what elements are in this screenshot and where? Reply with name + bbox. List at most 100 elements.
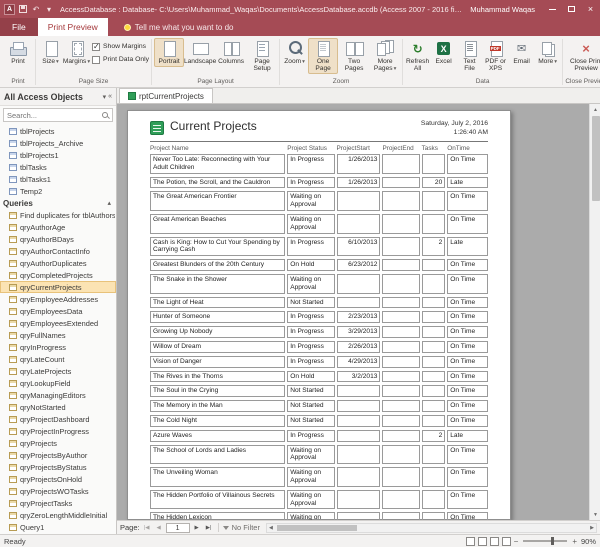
sidebar-item-query[interactable]: qryEmployeesData [0, 305, 116, 317]
sidebar-item-table[interactable]: tblProjects [0, 125, 116, 137]
sidebar-item-query[interactable]: qryManagingEditors [0, 389, 116, 401]
zoom-percentage[interactable]: 90% [580, 537, 596, 546]
tell-me-box[interactable]: Tell me what you want to do [124, 18, 234, 36]
size-button[interactable]: Size [38, 38, 63, 68]
email-button[interactable]: Email [509, 38, 534, 67]
sidebar-item-query[interactable]: qryInProgress [0, 341, 116, 353]
more-pages-button[interactable]: More Pages [370, 38, 400, 75]
first-page-button[interactable]: |◀ [142, 522, 152, 534]
search-input[interactable] [7, 111, 102, 120]
current-page-input[interactable]: 1 [166, 523, 190, 533]
zoom-button[interactable]: Zoom [282, 38, 307, 68]
scroll-right-icon[interactable]: ▶ [588, 524, 596, 532]
sidebar-item-table[interactable]: tblProjects1 [0, 149, 116, 161]
save-icon[interactable] [18, 4, 28, 15]
sidebar-item-table[interactable]: tblTasks1 [0, 173, 116, 185]
qat-dropdown-icon[interactable]: ▾ [44, 4, 54, 15]
tab-rptCurrentProjects[interactable]: rptCurrentProjects [119, 88, 213, 103]
portrait-button[interactable]: Portrait [154, 38, 184, 67]
sidebar-item-query[interactable]: qryLateCount [0, 353, 116, 365]
sidebar-item-query[interactable]: qryCurrentProjects [0, 281, 116, 293]
vertical-scrollbar[interactable]: ▲ ▼ [589, 104, 600, 520]
report-view-icon[interactable] [466, 537, 475, 546]
zoom-slider[interactable] [523, 540, 567, 542]
sidebar-item-query[interactable]: qryEmployeesExtended [0, 317, 116, 329]
sidebar-item-query[interactable]: qryLookupField [0, 377, 116, 389]
zoom-slider-thumb[interactable] [551, 537, 554, 545]
sidebar-item-table[interactable]: Temp2 [0, 185, 116, 197]
one-page-button[interactable]: One Page [308, 38, 338, 74]
sidebar-item-query[interactable]: Query1 [0, 521, 116, 533]
margins-button[interactable]: Margins [64, 38, 89, 68]
close-print-preview-button[interactable]: Close Print Preview [565, 38, 600, 74]
horizontal-scrollbar[interactable]: ◀ ▶ [266, 523, 597, 533]
sidebar-item-table[interactable]: tblTasks [0, 161, 116, 173]
print-preview-area[interactable]: Current Projects Saturday, July 2, 2016 … [117, 104, 600, 520]
report-time: 1:26:40 AM [454, 129, 488, 136]
two-pages-button[interactable]: Two Pages [339, 38, 369, 74]
refresh-all-button[interactable]: Refresh All [405, 38, 430, 74]
columns-button[interactable]: Columns [216, 38, 246, 67]
zoom-in-icon[interactable]: + [572, 537, 577, 546]
sidebar-item-query[interactable]: qryLateProjects [0, 365, 116, 377]
sidebar-item-query[interactable]: qryProjectsWOTasks [0, 485, 116, 497]
text-file-export-button[interactable]: Text File [457, 38, 482, 74]
scroll-down-icon[interactable]: ▼ [590, 509, 600, 520]
next-page-button[interactable]: ▶ [192, 522, 202, 534]
minimize-button[interactable] [543, 0, 562, 18]
vertical-scroll-thumb[interactable] [592, 116, 600, 201]
scroll-left-icon[interactable]: ◀ [267, 524, 275, 532]
sidebar-item-query[interactable]: qryProjectTasks [0, 497, 116, 509]
sidebar-item-table[interactable]: tblProjects_Archive [0, 137, 116, 149]
query-icon [9, 500, 17, 507]
report-page[interactable]: Current Projects Saturday, July 2, 2016 … [127, 110, 511, 520]
collapse-group-icon[interactable]: ▴ [107, 199, 111, 207]
sidebar-item-query[interactable]: qryAuthorDuplicates [0, 257, 116, 269]
nav-pane-dropdown-icon[interactable]: ▾ [103, 93, 107, 101]
tab-print-preview[interactable]: Print Preview [38, 18, 108, 36]
signed-in-user[interactable]: Muhammad Waqas [470, 5, 535, 14]
sidebar-item-query[interactable]: qryProjectsByAuthor [0, 449, 116, 461]
undo-icon[interactable]: ↶ [31, 4, 41, 15]
horizontal-scroll-thumb[interactable] [277, 525, 357, 531]
filter-indicator[interactable]: No Filter [223, 523, 260, 532]
nav-pane-shutter-icon[interactable]: « [108, 93, 112, 100]
sidebar-item-query[interactable]: qryNotStarted [0, 401, 116, 413]
zoom-out-icon[interactable]: − [514, 537, 519, 546]
more-export-button[interactable]: More [535, 38, 560, 68]
pdf-xps-export-button[interactable]: PDF or XPS [483, 38, 508, 74]
sidebar-item-query[interactable]: qryProjectInProgress [0, 425, 116, 437]
sidebar-item-query[interactable]: qryProjectsOnHold [0, 473, 116, 485]
close-button[interactable]: × [581, 0, 600, 18]
query-name: qryLookupField [20, 379, 71, 388]
sidebar-item-query[interactable]: qryAuthorContactInfo [0, 245, 116, 257]
last-page-button[interactable]: ▶| [204, 522, 214, 534]
sidebar-item-query[interactable]: qryProjectDashboard [0, 413, 116, 425]
nav-search-box[interactable] [3, 108, 113, 122]
scroll-up-icon[interactable]: ▲ [590, 104, 600, 115]
queries-group-header[interactable]: Queries ▴ [0, 197, 116, 209]
maximize-button[interactable] [562, 0, 581, 18]
print-preview-view-icon[interactable] [478, 537, 487, 546]
sidebar-item-query[interactable]: qryEmployeeAddresses [0, 293, 116, 305]
sidebar-item-query[interactable]: qryZeroLengthMiddleInitial [0, 509, 116, 521]
landscape-button[interactable]: Landscape [185, 38, 215, 67]
tab-file[interactable]: File [0, 18, 38, 36]
sidebar-item-query[interactable]: qryProjectsByStatus [0, 461, 116, 473]
sidebar-item-query[interactable]: Find duplicates for tblAuthors [0, 209, 116, 221]
sidebar-item-query[interactable]: qryCompletedProjects [0, 269, 116, 281]
nav-pane-header[interactable]: All Access Objects ▾ « [0, 88, 116, 106]
excel-export-button[interactable]: Excel [431, 38, 456, 67]
sidebar-item-query[interactable]: qryAuthorBDays [0, 233, 116, 245]
print-button[interactable]: Print [3, 38, 33, 67]
access-app-icon[interactable]: A [4, 4, 15, 15]
page-setup-button[interactable]: Page Setup [247, 38, 277, 74]
sidebar-item-query[interactable]: qryFullNames [0, 329, 116, 341]
layout-view-icon[interactable] [490, 537, 499, 546]
design-view-icon[interactable] [502, 537, 511, 546]
print-data-only-checkbox[interactable]: Print Data Only [92, 54, 149, 65]
sidebar-item-query[interactable]: qryAuthorAge [0, 221, 116, 233]
show-margins-checkbox[interactable]: Show Margins [92, 41, 149, 52]
sidebar-item-query[interactable]: qryProjects [0, 437, 116, 449]
previous-page-button[interactable]: ◀ [154, 522, 164, 534]
